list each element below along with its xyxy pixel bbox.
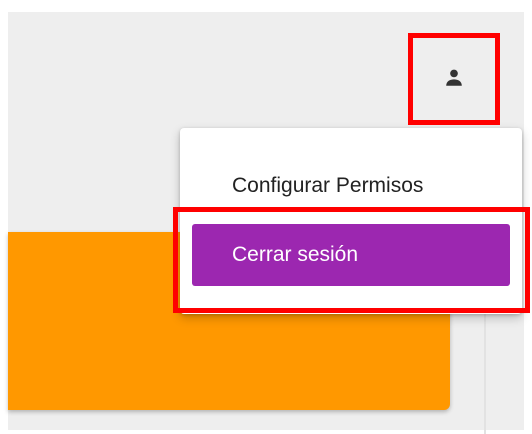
menu-item-label: Configurar Permisos: [232, 174, 424, 197]
account-icon: [446, 69, 462, 86]
user-menu-button[interactable]: [430, 52, 478, 104]
menu-item-configure-permissions[interactable]: Configurar Permisos: [180, 158, 522, 214]
user-dropdown-menu: Configurar Permisos Cerrar sesión: [180, 128, 522, 314]
menu-item-label: Cerrar sesión: [232, 243, 359, 266]
menu-item-logout[interactable]: Cerrar sesión: [192, 224, 510, 286]
screen: Configurar Permisos Cerrar sesión: [0, 0, 532, 434]
